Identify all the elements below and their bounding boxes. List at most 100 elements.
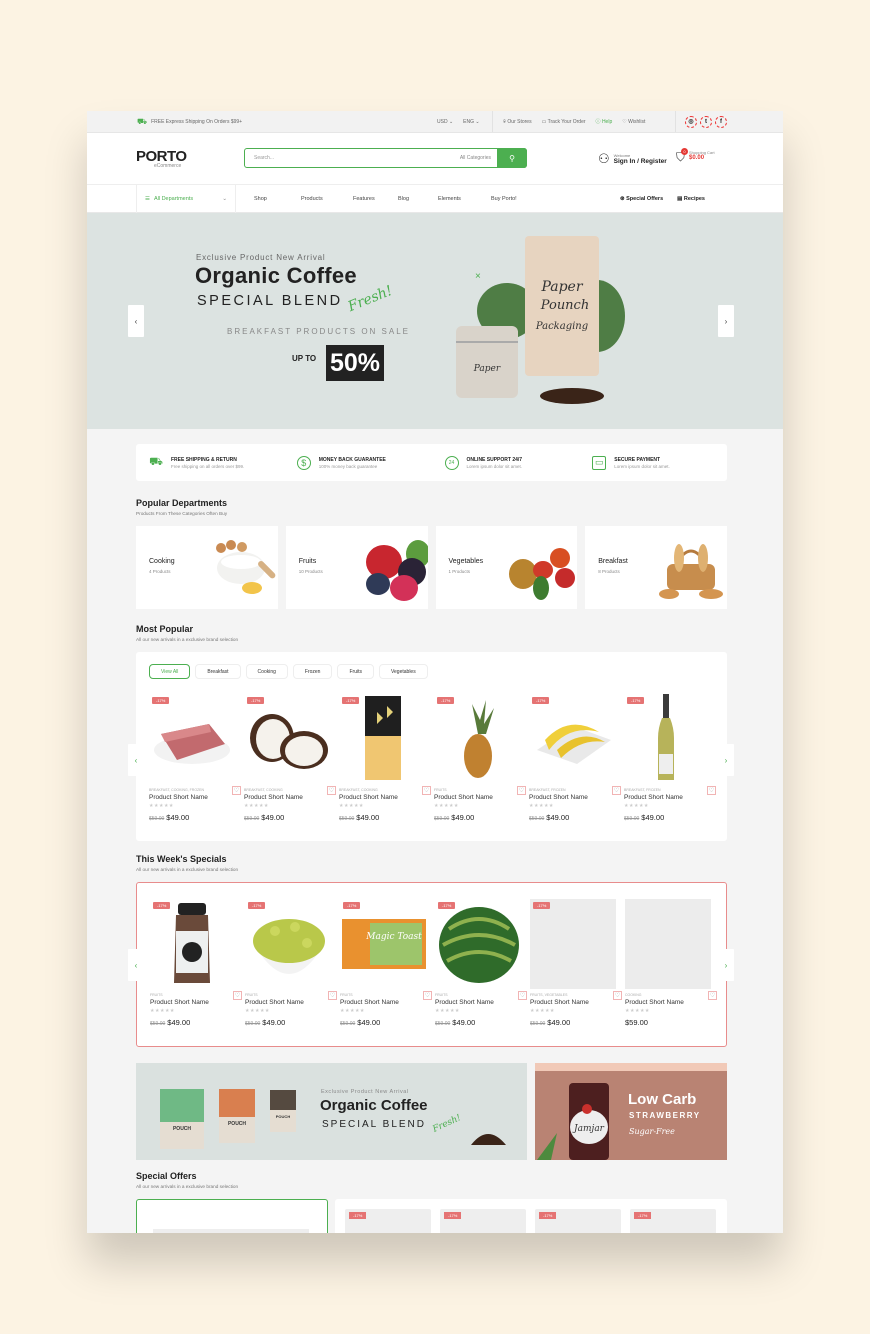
rating-stars: ★★★★★ (149, 803, 174, 809)
product-card[interactable]: -17% Fruits ♡ Product Short Name ★★★★★ $… (150, 899, 242, 1027)
discount-badge: -17% (444, 1212, 462, 1219)
pouch-orange-image: POUCH (219, 1089, 255, 1143)
offer-card[interactable]: -17% (630, 1209, 716, 1233)
product-image-toast: Magic Toast (342, 919, 426, 969)
special-offer-featured-card[interactable] (136, 1199, 328, 1233)
wishlist-heart-icon[interactable]: ♡ (423, 991, 432, 1000)
special-offers-link[interactable]: ⊛ Special Offers (620, 196, 663, 202)
search-category-select[interactable]: All Categories (460, 155, 497, 161)
coffee-promo-banner[interactable]: POUCH POUCH POUCH Exclusive Product New … (136, 1063, 527, 1160)
offer-card[interactable]: -17% (440, 1209, 526, 1233)
most-popular-prev-button[interactable]: ‹ (128, 744, 144, 776)
tab-cooking[interactable]: Cooking (245, 664, 288, 679)
wishlist-heart-icon[interactable]: ♡ (422, 786, 431, 795)
rating-stars: ★★★★★ (625, 1008, 650, 1014)
features-bar: ⛟ FREE SHIPPING & RETURN Free shipping on… (136, 444, 727, 481)
department-card-vegetables[interactable]: Vegetables 1 Products (435, 526, 578, 609)
track-order-link[interactable]: ▭ Track Your Order (542, 119, 586, 125)
nav-buy-porto[interactable]: Buy Porto! (491, 196, 517, 202)
wishlist-heart-icon[interactable]: ♡ (328, 991, 337, 1000)
nav-features[interactable]: Features (353, 196, 398, 202)
offer-card[interactable]: -17% (345, 1209, 431, 1233)
category-tabs: View All Breakfast Cooking Frozen Fruits… (149, 664, 428, 679)
chevron-left-icon: ‹ (134, 960, 138, 970)
hero-upto: UP TO (292, 354, 317, 363)
cart-button[interactable]: ⛉ 0 Shopping Cart $0.00 (676, 148, 715, 165)
breakfast-image (659, 544, 723, 599)
most-popular-next-button[interactable]: › (718, 744, 734, 776)
product-card[interactable]: -17% Breakfast, Frozen ♡ Product Short N… (624, 694, 716, 822)
tab-vegetables[interactable]: Vegetables (378, 664, 428, 679)
offer-card[interactable]: -17% (535, 1209, 621, 1233)
wishlist-heart-icon[interactable]: ♡ (232, 786, 241, 795)
chevron-down-icon: ⌄ (222, 196, 227, 202)
pin-icon: ⌾ (503, 118, 507, 125)
search-input[interactable]: Search... (245, 155, 460, 161)
weekly-specials-next-button[interactable]: › (718, 949, 734, 981)
product-card[interactable]: -17% Breakfast, Cooking ♡ Product Short … (244, 694, 336, 822)
hero-slider: Exclusive Product New Arrival Organic Co… (87, 213, 783, 429)
weekly-specials-prev-button[interactable]: ‹ (128, 949, 144, 981)
product-card[interactable]: -17% Fruits ♡ Product Short Name ★★★★★ $… (434, 694, 526, 822)
tab-breakfast[interactable]: Breakfast (195, 664, 241, 679)
hero-next-button[interactable]: › (718, 305, 734, 337)
wishlist-heart-icon[interactable]: ♡ (707, 786, 716, 795)
discount-badge: -17% (349, 1212, 367, 1219)
product-card[interactable]: -17% Fruits, Vegetables ♡ Product Short … (530, 899, 622, 1027)
department-card-fruits[interactable]: Fruits 10 Products (285, 526, 428, 609)
tab-view-all[interactable]: View All (149, 664, 191, 679)
account-link[interactable]: ⚇ Welcome Sign In / Register (598, 151, 667, 167)
truck-icon: ⛟ (137, 116, 148, 126)
product-card[interactable]: -17% Breakfast, Cooking ♡ Product Short … (339, 694, 431, 822)
nav-blog[interactable]: Blog (398, 196, 438, 202)
twitter-icon[interactable]: t (700, 115, 712, 128)
wishlist-heart-icon[interactable]: ♡ (517, 786, 526, 795)
rating-stars: ★★★★★ (150, 1008, 175, 1014)
wishlist-heart-icon[interactable]: ♡ (613, 991, 622, 1000)
nav-shop[interactable]: Shop (254, 196, 301, 202)
jam-promo-banner[interactable]: Jamjar Low Carb STRAWBERRY Sugar-Free (535, 1063, 727, 1160)
search-icon: ⚲ (509, 153, 515, 163)
facebook-icon[interactable]: f (715, 115, 727, 128)
wishlist-heart-icon[interactable]: ♡ (612, 786, 621, 795)
product-card[interactable]: -17% Breakfast, Cooking, Frozen ♡ Produc… (149, 694, 241, 822)
product-card[interactable]: -17% Magic Toast Fruits ♡ Product Short … (340, 899, 432, 1027)
instagram-icon[interactable]: ◎ (685, 115, 697, 128)
hero-prev-button[interactable]: ‹ (128, 305, 144, 337)
discount-badge: -17% (248, 902, 266, 909)
feature-secure-payment: ▭ SECURE PAYMENT Lorem ipsum dolor sit am… (579, 444, 727, 481)
logo[interactable]: PORTO eCommerce (136, 148, 187, 169)
product-card[interactable]: -17% Fruits ♡ Product Short Name ★★★★★ $… (245, 899, 337, 1027)
wishlist-heart-icon[interactable]: ♡ (327, 786, 336, 795)
jam-banner-script: Sugar-Free (629, 1127, 675, 1136)
tab-frozen[interactable]: Frozen (292, 664, 333, 679)
secure-card-icon: ▭ (592, 455, 607, 470)
department-card-cooking[interactable]: Cooking 4 Products (136, 526, 278, 609)
truck-small-icon: ▭ (541, 118, 547, 125)
nav-elements[interactable]: Elements (438, 196, 491, 202)
svg-text:Paper: Paper (473, 364, 501, 374)
product-card[interactable]: -17% Breakfast, Frozen ♡ Product Short N… (529, 694, 621, 822)
all-departments-menu[interactable]: ☰ All Departments ⌄ (136, 185, 236, 213)
currency-select[interactable]: USD ⌄ (437, 119, 453, 125)
wishlist-heart-icon[interactable]: ♡ (518, 991, 527, 1000)
most-popular-subtitle: All our new arrivals in a exclusive bran… (136, 637, 239, 642)
product-card[interactable]: -17% Fruits ♡ Product Short Name ★★★★★ $… (435, 899, 527, 1027)
department-card-breakfast[interactable]: Breakfast 8 Products (585, 526, 727, 609)
recipes-link[interactable]: ▤ Recipes (677, 196, 705, 202)
search-button[interactable]: ⚲ (497, 148, 527, 168)
wishlist-heart-icon[interactable]: ♡ (233, 991, 242, 1000)
wishlist-heart-icon[interactable]: ♡ (708, 991, 717, 1000)
wishlist-link[interactable]: ♡ Wishlist (622, 119, 645, 125)
hero-discount: 50% (326, 345, 385, 381)
weekly-specials-subtitle: All our new arrivals in a exclusive bran… (136, 867, 239, 872)
jam-banner-subtitle: STRAWBERRY (629, 1111, 701, 1120)
popular-departments-subtitle: Products From These Categories Often Buy (136, 511, 228, 516)
tab-fruits[interactable]: Fruits (337, 664, 374, 679)
language-select[interactable]: ENG ⌄ (463, 119, 479, 125)
sign-in-link[interactable]: Sign In / Register (614, 158, 667, 165)
nav-products[interactable]: Products (301, 196, 353, 202)
our-stores-link[interactable]: ⌾ Our Stores (503, 119, 532, 125)
product-card[interactable]: Cooking ♡ Product Short Name ★★★★★ $59.0… (625, 899, 717, 1027)
help-link[interactable]: ⓘ Help (596, 118, 613, 125)
